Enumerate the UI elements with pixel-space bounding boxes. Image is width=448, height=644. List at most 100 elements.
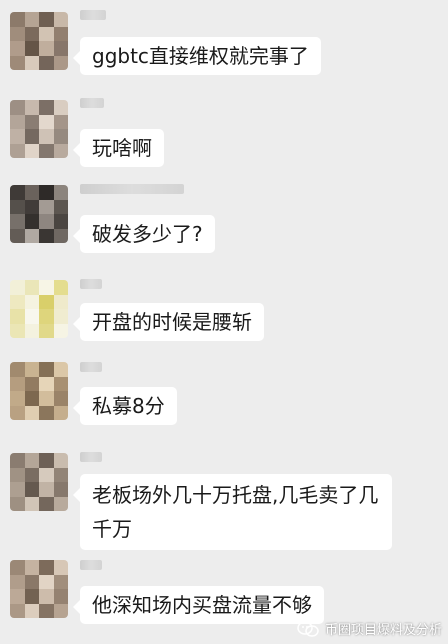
avatar-mosaic-tile [53,100,68,115]
message-bubble[interactable]: 他深知场内买盘流量不够 [73,586,324,624]
message-bubble[interactable]: 私募8分 [73,387,177,425]
avatar-mosaic-tile [24,309,40,324]
avatar[interactable] [10,12,68,70]
avatar-mosaic-tile [39,228,54,243]
avatar-mosaic-tile [24,41,40,56]
avatar-mosaic-tile [24,376,40,392]
avatar-mosaic-tile [10,185,25,200]
message-bubble[interactable]: 开盘的时候是腰斩 [73,303,264,341]
avatar-mosaic-tile [39,482,54,497]
avatar-mosaic-tile [10,199,25,215]
avatar-mosaic-tile [10,560,25,575]
avatar-mosaic-tile [39,405,54,420]
sender-name-blurred [80,10,106,20]
avatar-mosaic-tile [53,405,68,420]
message-bubble[interactable]: 破发多少了? [73,215,215,253]
sender-name-blurred [80,98,104,108]
avatar-mosaic-tile [39,603,54,618]
message-bubble[interactable]: 老板场外几十万托盘,几毛卖了几千万 [73,474,392,550]
avatar-mosaic-tile [53,143,68,158]
avatar[interactable] [10,362,68,420]
avatar-mosaic-tile [53,603,68,618]
avatar-mosaic-tile [10,589,25,604]
avatar-mosaic-tile [39,143,54,158]
avatar-mosaic-tile [24,185,40,200]
avatar-mosaic-tile [39,185,54,200]
avatar-mosaic-tile [24,391,40,406]
message-bubble[interactable]: ggbtc直接维权就完事了 [73,37,321,75]
avatar-mosaic-tile [24,467,40,483]
avatar-mosaic-tile [24,603,40,618]
avatar-mosaic-tile [39,496,54,511]
avatar-mosaic-tile [10,143,25,158]
avatar-mosaic-tile [10,376,25,392]
avatar-mosaic-tile [39,362,54,377]
watermark: 币圈项目爆料及分析 [297,619,442,638]
avatar-mosaic-tile [24,405,40,420]
avatar-mosaic-tile [10,12,25,27]
watermark-text: 币圈项目爆料及分析 [324,623,442,638]
avatar-mosaic-tile [24,55,40,70]
avatar-mosaic-tile [39,129,54,144]
avatar-mosaic-tile [39,589,54,604]
avatar-mosaic-tile [39,280,54,295]
avatar-mosaic-tile [53,214,68,229]
avatar-mosaic-tile [24,560,40,575]
avatar-mosaic-tile [10,323,25,338]
avatar-mosaic-tile [53,482,68,497]
avatar-mosaic-tile [24,228,40,243]
avatar-mosaic-tile [10,467,25,483]
avatar-mosaic-tile [39,55,54,70]
avatar-mosaic-tile [10,574,25,590]
avatar[interactable] [10,560,68,618]
avatar-mosaic-tile [10,496,25,511]
avatar-mosaic-tile [24,589,40,604]
avatar-mosaic-tile [53,309,68,324]
avatar-mosaic-tile [53,41,68,56]
avatar-mosaic-tile [10,405,25,420]
avatar-mosaic-tile [53,185,68,200]
avatar-mosaic-tile [24,294,40,310]
avatar-mosaic-tile [10,391,25,406]
message-bubble[interactable]: 玩啥啊 [73,129,164,167]
avatar[interactable] [10,100,68,158]
avatar-mosaic-tile [39,26,54,42]
avatar-mosaic-tile [39,294,54,310]
avatar-mosaic-tile [10,362,25,377]
sender-name-blurred [80,184,184,194]
avatar-mosaic-tile [24,143,40,158]
avatar-mosaic-tile [39,453,54,468]
avatar-mosaic-tile [10,228,25,243]
avatar-mosaic-tile [53,114,68,130]
avatar-mosaic-tile [53,560,68,575]
sender-name-blurred [80,362,102,372]
avatar-mosaic-tile [39,12,54,27]
avatar-mosaic-tile [10,55,25,70]
avatar-mosaic-tile [39,41,54,56]
avatar-mosaic-tile [39,376,54,392]
avatar-mosaic-tile [53,55,68,70]
avatar-mosaic-tile [10,114,25,130]
avatar[interactable] [10,453,68,511]
avatar-mosaic-tile [53,391,68,406]
avatar[interactable] [10,280,68,338]
avatar-mosaic-tile [39,574,54,590]
avatar-mosaic-tile [53,129,68,144]
avatar[interactable] [10,185,68,243]
avatar-mosaic-tile [24,199,40,215]
avatar-mosaic-tile [53,589,68,604]
avatar-mosaic-tile [53,362,68,377]
avatar-mosaic-tile [10,100,25,115]
avatar-mosaic-tile [53,294,68,310]
avatar-mosaic-tile [39,309,54,324]
sender-name-blurred [80,279,102,289]
avatar-mosaic-tile [39,199,54,215]
avatar-mosaic-tile [53,376,68,392]
avatar-mosaic-tile [24,323,40,338]
avatar-mosaic-tile [10,26,25,42]
avatar-mosaic-tile [39,391,54,406]
avatar-mosaic-tile [24,129,40,144]
avatar-mosaic-tile [53,467,68,483]
avatar-mosaic-tile [53,26,68,42]
avatar-mosaic-tile [53,12,68,27]
